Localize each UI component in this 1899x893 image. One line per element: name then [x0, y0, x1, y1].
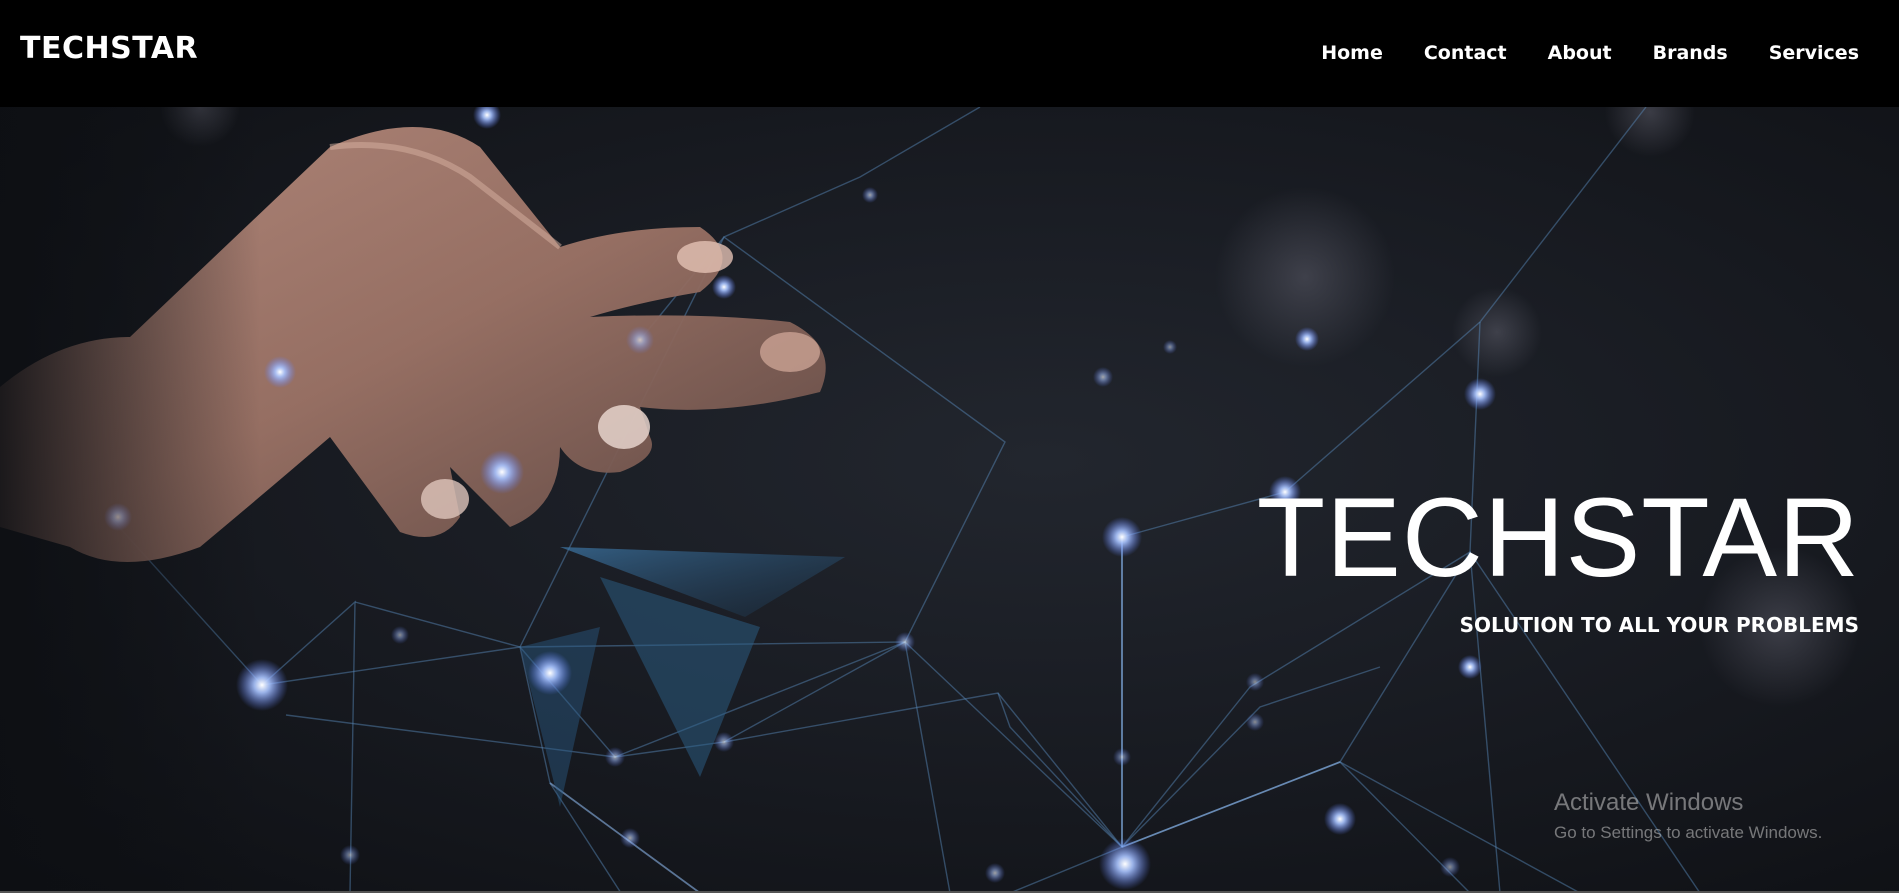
watermark-title: Activate Windows — [1554, 789, 1744, 816]
nav-links: Home Contact About Brands Services — [1321, 44, 1859, 63]
hero-subtitle: SOLUTION TO ALL YOUR PROBLEMS — [1459, 613, 1859, 637]
hero-section: TECHSTAR SOLUTION TO ALL YOUR PROBLEMS — [0, 107, 1899, 893]
nav-link-services[interactable]: Services — [1769, 44, 1859, 63]
nav-link-brands[interactable]: Brands — [1653, 44, 1728, 63]
activate-windows-watermark: Activate Windows Go to Settings to activ… — [1554, 789, 1822, 844]
nav-link-contact[interactable]: Contact — [1424, 44, 1507, 63]
watermark-subtitle: Go to Settings to activate Windows. — [1554, 822, 1823, 842]
brand-logo[interactable]: TECHSTAR — [20, 34, 198, 64]
hero-title: TECHSTAR — [1256, 475, 1860, 600]
hand-graphic — [0, 107, 826, 893]
navbar: TECHSTAR Home Contact About Brands Servi… — [0, 0, 1899, 107]
nav-link-home[interactable]: Home — [1321, 44, 1383, 63]
nav-link-about[interactable]: About — [1548, 44, 1612, 63]
